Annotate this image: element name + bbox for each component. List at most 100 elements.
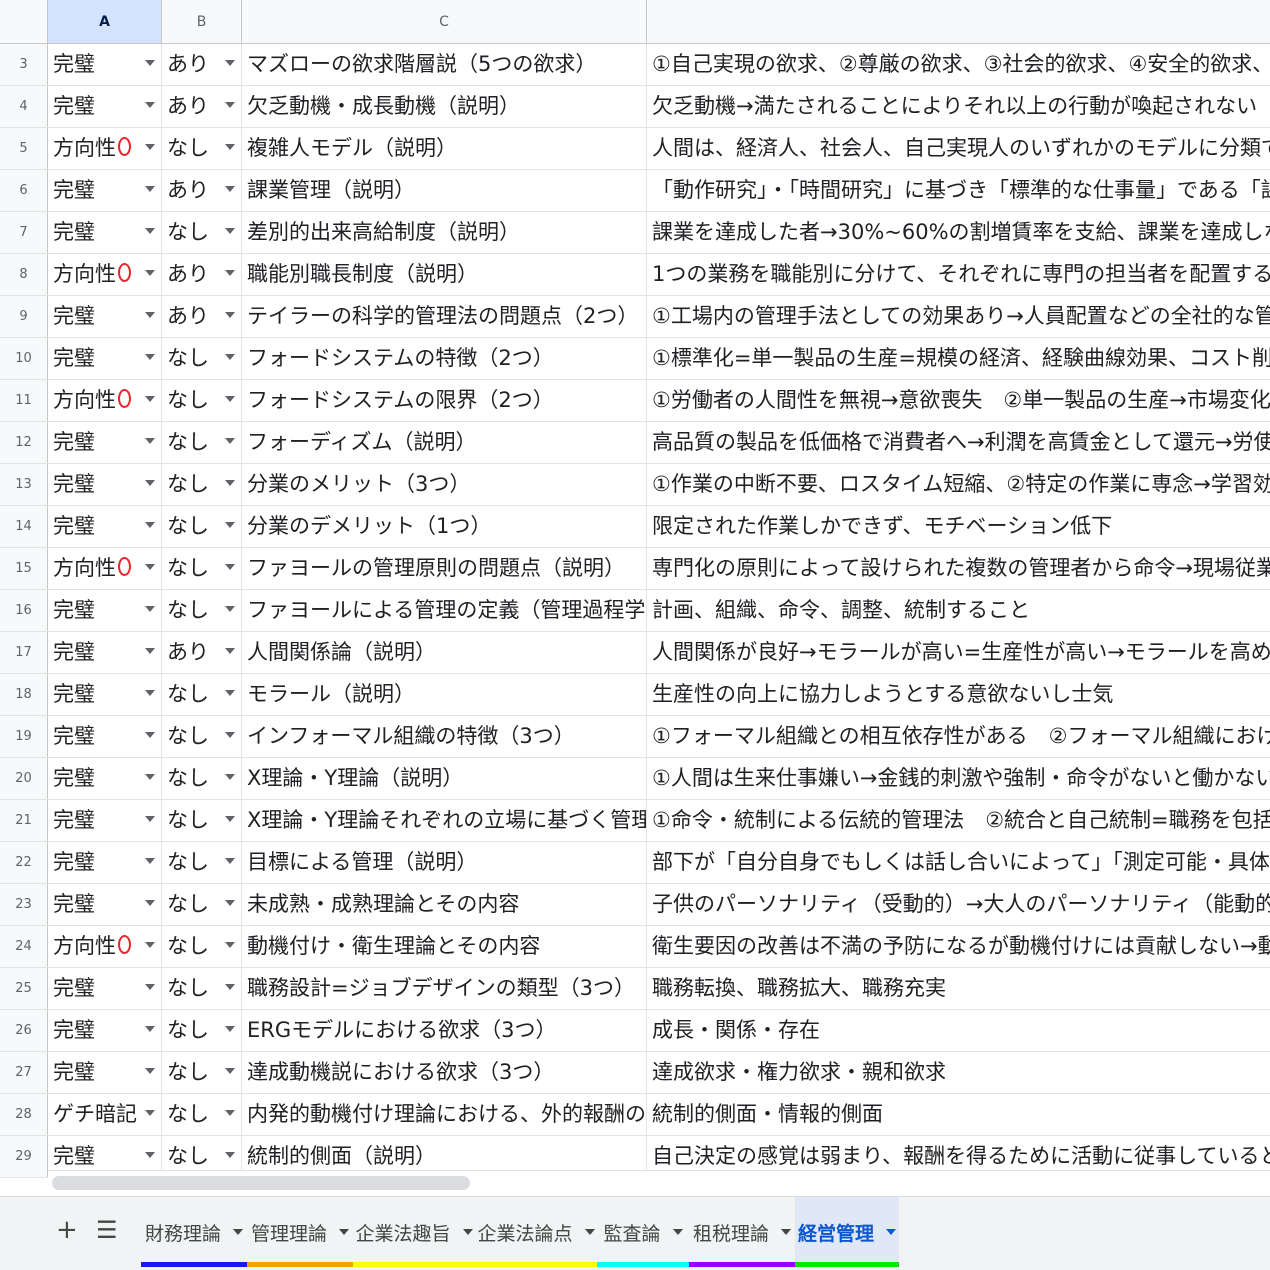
question-cell[interactable]: 欠乏動機・成長動機（説明） bbox=[242, 86, 647, 127]
question-cell[interactable]: 人間関係論（説明） bbox=[242, 632, 647, 673]
dropdown-arrow-icon[interactable] bbox=[225, 228, 235, 234]
status-cell[interactable]: 完璧 bbox=[48, 632, 162, 673]
sheet-tab[interactable]: 管理理論 bbox=[247, 1197, 353, 1267]
row-number[interactable]: 4 bbox=[0, 86, 48, 127]
row-number[interactable]: 15 bbox=[0, 548, 48, 589]
dropdown-arrow-icon[interactable] bbox=[145, 900, 155, 906]
dropdown-arrow-icon[interactable] bbox=[225, 60, 235, 66]
dropdown-arrow-icon[interactable] bbox=[145, 690, 155, 696]
question-cell[interactable]: 達成動機説における欲求（3つ） bbox=[242, 1052, 647, 1093]
question-cell[interactable]: マズローの欲求階層説（5つの欲求） bbox=[242, 44, 647, 85]
status-cell[interactable]: 方向性 bbox=[48, 926, 162, 967]
flag-cell[interactable]: なし bbox=[162, 506, 242, 547]
tab-menu-arrow-icon[interactable] bbox=[462, 1229, 473, 1235]
dropdown-arrow-icon[interactable] bbox=[225, 270, 235, 276]
dropdown-arrow-icon[interactable] bbox=[145, 102, 155, 108]
status-cell[interactable]: 完璧 bbox=[48, 842, 162, 883]
flag-cell[interactable]: なし bbox=[162, 800, 242, 841]
answer-cell[interactable]: 専門化の原則によって設けられた複数の管理者から命令→現場従業員が複数の管理者から… bbox=[647, 548, 1270, 589]
question-cell[interactable]: ファヨールによる管理の定義（管理過程学派の説明） bbox=[242, 590, 647, 631]
status-cell[interactable]: 完璧 bbox=[48, 212, 162, 253]
question-cell[interactable]: 分業のメリット（3つ） bbox=[242, 464, 647, 505]
dropdown-arrow-icon[interactable] bbox=[145, 648, 155, 654]
dropdown-arrow-icon[interactable] bbox=[225, 1026, 235, 1032]
tab-menu-arrow-icon[interactable] bbox=[339, 1229, 349, 1235]
status-cell[interactable]: ゲチ暗記 bbox=[48, 1094, 162, 1135]
question-cell[interactable]: 職能別職長制度（説明） bbox=[242, 254, 647, 295]
question-cell[interactable]: X理論・Y理論それぞれの立場に基づく管理法（説明） bbox=[242, 800, 647, 841]
status-cell[interactable]: 完璧 bbox=[48, 1052, 162, 1093]
flag-cell[interactable]: あり bbox=[162, 86, 242, 127]
flag-cell[interactable]: あり bbox=[162, 254, 242, 295]
flag-cell[interactable]: あり bbox=[162, 632, 242, 673]
row-number[interactable]: 5 bbox=[0, 128, 48, 169]
dropdown-arrow-icon[interactable] bbox=[145, 60, 155, 66]
answer-cell[interactable]: ①作業の中断不要、ロスタイム短縮、②特定の作業に専念→学習効果=習熟度合いが高ま… bbox=[647, 464, 1270, 505]
dropdown-arrow-icon[interactable] bbox=[145, 1068, 155, 1074]
sheet-tab[interactable]: 経営管理 bbox=[795, 1197, 899, 1267]
answer-cell[interactable]: 人間関係が良好→モラールが高い=生産性が高い→モラールを高め生産性を向上させるた… bbox=[647, 632, 1270, 673]
flag-cell[interactable]: なし bbox=[162, 1010, 242, 1051]
answer-cell[interactable]: 達成欲求・権力欲求・親和欲求 bbox=[647, 1052, 1270, 1093]
dropdown-arrow-icon[interactable] bbox=[225, 984, 235, 990]
status-cell[interactable]: 完璧 bbox=[48, 590, 162, 631]
answer-cell[interactable]: 「動作研究」・「時間研究」に基づき「標準的な仕事量」である「課業」を設定、これを… bbox=[647, 170, 1270, 211]
question-cell[interactable]: フォードシステムの限界（2つ） bbox=[242, 380, 647, 421]
row-number[interactable]: 24 bbox=[0, 926, 48, 967]
column-header-c[interactable]: C bbox=[242, 0, 647, 44]
status-cell[interactable]: 方向性 bbox=[48, 254, 162, 295]
question-cell[interactable]: 目標による管理（説明） bbox=[242, 842, 647, 883]
status-cell[interactable]: 方向性 bbox=[48, 128, 162, 169]
row-number[interactable]: 8 bbox=[0, 254, 48, 295]
dropdown-arrow-icon[interactable] bbox=[225, 690, 235, 696]
row-number[interactable]: 25 bbox=[0, 968, 48, 1009]
question-cell[interactable]: ファヨールの管理原則の問題点（説明） bbox=[242, 548, 647, 589]
status-cell[interactable]: 完璧 bbox=[48, 884, 162, 925]
flag-cell[interactable]: なし bbox=[162, 758, 242, 799]
horizontal-scrollbar-track[interactable] bbox=[48, 1170, 1270, 1196]
row-number[interactable]: 10 bbox=[0, 338, 48, 379]
dropdown-arrow-icon[interactable] bbox=[145, 354, 155, 360]
answer-cell[interactable]: 成長・関係・存在 bbox=[647, 1010, 1270, 1051]
row-number[interactable]: 17 bbox=[0, 632, 48, 673]
tab-menu-arrow-icon[interactable] bbox=[672, 1229, 683, 1235]
select-all-corner[interactable] bbox=[0, 0, 48, 44]
dropdown-arrow-icon[interactable] bbox=[145, 144, 155, 150]
dropdown-arrow-icon[interactable] bbox=[225, 438, 235, 444]
dropdown-arrow-icon[interactable] bbox=[225, 1152, 235, 1158]
answer-cell[interactable]: 欠乏動機→満たされることによりそれ以上の行動が喚起されない 成長動機→満たされる… bbox=[647, 86, 1270, 127]
dropdown-arrow-icon[interactable] bbox=[145, 564, 155, 570]
dropdown-arrow-icon[interactable] bbox=[145, 732, 155, 738]
answer-cell[interactable]: ①人間は生来仕事嫌い→金銭的刺激や強制・命令がないと働かない ②仕事をするのは人… bbox=[647, 758, 1270, 799]
status-cell[interactable]: 方向性 bbox=[48, 380, 162, 421]
dropdown-arrow-icon[interactable] bbox=[145, 228, 155, 234]
row-number[interactable]: 21 bbox=[0, 800, 48, 841]
dropdown-arrow-icon[interactable] bbox=[225, 396, 235, 402]
row-number[interactable]: 16 bbox=[0, 590, 48, 631]
flag-cell[interactable]: なし bbox=[162, 338, 242, 379]
dropdown-arrow-icon[interactable] bbox=[225, 564, 235, 570]
status-cell[interactable]: 完璧 bbox=[48, 464, 162, 505]
dropdown-arrow-icon[interactable] bbox=[145, 984, 155, 990]
dropdown-arrow-icon[interactable] bbox=[145, 774, 155, 780]
dropdown-arrow-icon[interactable] bbox=[145, 606, 155, 612]
dropdown-arrow-icon[interactable] bbox=[145, 858, 155, 864]
dropdown-arrow-icon[interactable] bbox=[145, 270, 155, 276]
flag-cell[interactable]: なし bbox=[162, 968, 242, 1009]
row-number[interactable]: 12 bbox=[0, 422, 48, 463]
flag-cell[interactable]: なし bbox=[162, 212, 242, 253]
row-number[interactable]: 7 bbox=[0, 212, 48, 253]
dropdown-arrow-icon[interactable] bbox=[225, 900, 235, 906]
answer-cell[interactable]: 計画、組織、命令、調整、統制すること bbox=[647, 590, 1270, 631]
flag-cell[interactable]: なし bbox=[162, 884, 242, 925]
flag-cell[interactable]: あり bbox=[162, 44, 242, 85]
flag-cell[interactable]: なし bbox=[162, 464, 242, 505]
tab-menu-arrow-icon[interactable] bbox=[886, 1229, 896, 1235]
answer-cell[interactable]: ①フォーマル組織との相互依存性がある ②フォーマル組織における「伝達能力」と「凝… bbox=[647, 716, 1270, 757]
question-cell[interactable]: テイラーの科学的管理法の問題点（2つ） bbox=[242, 296, 647, 337]
tab-menu-arrow-icon[interactable] bbox=[233, 1229, 243, 1235]
row-number[interactable]: 9 bbox=[0, 296, 48, 337]
dropdown-arrow-icon[interactable] bbox=[145, 438, 155, 444]
answer-cell[interactable]: 職務転換、職務拡大、職務充実 bbox=[647, 968, 1270, 1009]
status-cell[interactable]: 完璧 bbox=[48, 968, 162, 1009]
